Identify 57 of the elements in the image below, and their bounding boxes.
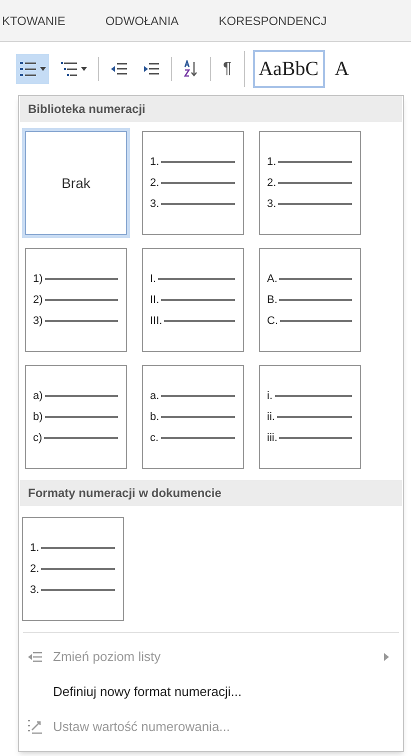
numbering-format-tile[interactable]: a. b. c.	[139, 362, 247, 472]
list-marker: C.	[267, 315, 278, 327]
none-label: Brak	[62, 174, 90, 192]
caret-icon	[81, 66, 87, 70]
decrease-indent-icon	[27, 650, 43, 662]
caret-icon	[40, 66, 46, 70]
list-marker: b.	[150, 411, 160, 423]
list-marker: II.	[150, 294, 160, 306]
numbered-list-icon	[19, 60, 37, 76]
style-preview[interactable]: AaBbC	[252, 50, 325, 88]
list-marker: 1)	[33, 273, 43, 285]
list-marker: ii.	[267, 411, 275, 423]
numbering-format-tile[interactable]: 1. 2. 3.	[19, 514, 127, 624]
list-marker: 1.	[267, 156, 276, 168]
list-marker: 3)	[33, 315, 43, 327]
sort-icon	[183, 60, 199, 78]
numbering-format-tile[interactable]: 1. 2. 3.	[139, 128, 247, 238]
list-marker: 3.	[30, 584, 40, 596]
list-marker: i.	[267, 390, 272, 402]
set-value-icon	[27, 718, 43, 734]
increase-indent-icon	[142, 62, 160, 76]
menu-item[interactable]: Definiuj nowy format numeracji...	[19, 674, 403, 709]
numbering-format-tile[interactable]: Brak	[22, 128, 130, 238]
list-marker: 3.	[150, 198, 160, 210]
list-marker: b)	[33, 411, 43, 423]
multilevel-list-icon	[60, 60, 78, 76]
decrease-indent-icon	[110, 62, 128, 76]
section-title: Biblioteka numeracji	[28, 101, 146, 118]
list-marker: 2)	[33, 294, 43, 306]
ribbon-tab[interactable]: ODWOŁANIA	[105, 12, 179, 30]
list-marker: 3.	[267, 198, 276, 210]
numbering-format-tile[interactable]: I. II. III.	[139, 245, 247, 355]
ribbon-tab[interactable]: KTOWANIE	[2, 12, 66, 30]
list-marker: A.	[267, 273, 278, 285]
list-marker: III.	[150, 315, 162, 327]
list-marker: 2.	[150, 177, 160, 189]
list-marker: I.	[150, 273, 156, 285]
toolbar-button[interactable]	[16, 54, 49, 84]
numbering-format-tile[interactable]: a) b) c)	[22, 362, 130, 472]
list-marker: 1.	[150, 156, 160, 168]
list-marker: c.	[150, 432, 159, 444]
numbering-format-tile[interactable]: i. ii. iii.	[256, 362, 364, 472]
list-marker: a.	[150, 390, 160, 402]
numbering-format-tile[interactable]: 1. 2. 3.	[256, 128, 364, 238]
show-formatting-button[interactable]: ¶	[219, 56, 236, 80]
list-marker: a)	[33, 390, 43, 402]
style-preview[interactable]: A	[330, 50, 354, 88]
list-marker: B.	[267, 294, 278, 306]
list-marker: 2.	[267, 177, 276, 189]
ribbon-tab[interactable]: KORESPONDENCJ	[218, 12, 327, 30]
list-marker: iii.	[267, 432, 278, 444]
numbering-format-tile[interactable]: 1) 2) 3)	[22, 245, 130, 355]
section-title: Formaty numeracji w dokumencie	[28, 485, 222, 502]
list-marker: 2.	[30, 563, 40, 575]
numbering-format-tile[interactable]: A. B. C.	[256, 245, 364, 355]
list-marker: c)	[33, 432, 42, 444]
list-marker: 1.	[30, 542, 40, 554]
